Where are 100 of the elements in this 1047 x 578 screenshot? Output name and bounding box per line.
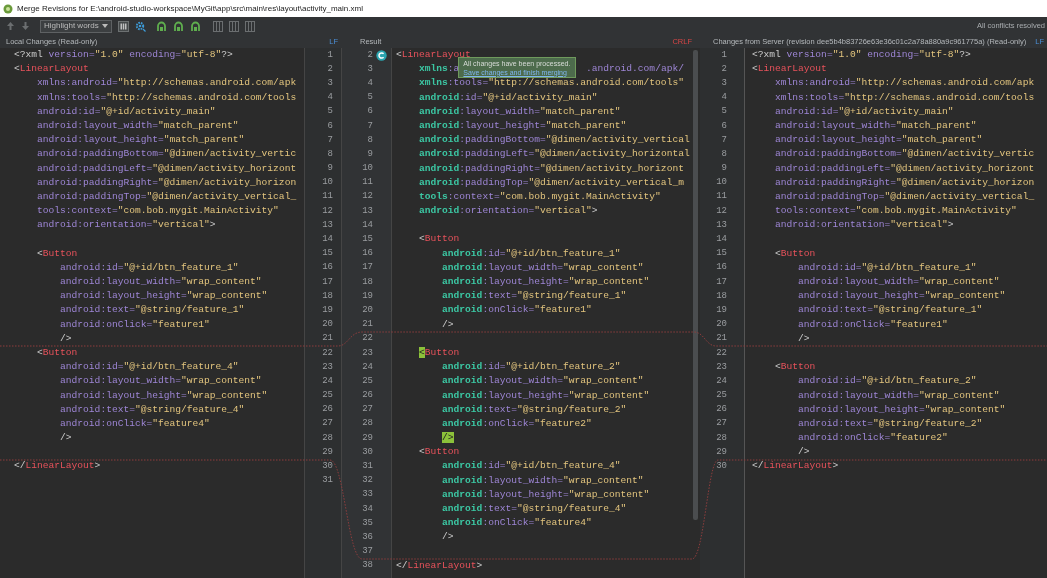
line-number: 27	[716, 419, 727, 429]
code-line: android:onClick="feature4"	[441, 516, 592, 531]
line-number: 14	[362, 220, 373, 230]
split-view-icon[interactable]	[244, 20, 255, 32]
line-number: 38	[362, 561, 373, 571]
line-number: 3	[721, 78, 727, 88]
line-number: 26	[322, 405, 333, 415]
code-line: <Button	[774, 246, 816, 261]
circle-arrow-icon[interactable]	[376, 49, 387, 61]
line-number: 22	[322, 348, 333, 358]
line-number: 33	[362, 490, 373, 500]
scrollbar[interactable]	[693, 50, 698, 520]
code-line: android:layout_height="match_parent"	[418, 118, 627, 133]
code-line: .android.com/apk/	[586, 62, 684, 77]
split-view-icon[interactable]	[228, 20, 239, 32]
line-number: 26	[362, 391, 373, 401]
code-line: android:paddingBottom="@dimen/activity_vertic	[774, 147, 1035, 162]
highlight-words-dropdown[interactable]: Highlight words	[40, 19, 112, 33]
line-number: 11	[322, 192, 333, 202]
code-line: android:id="@+id/btn_feature_2"	[797, 374, 977, 389]
code-line: />	[797, 445, 810, 460]
line-number: 7	[721, 135, 727, 145]
line-number: 23	[362, 348, 373, 358]
line-number: 18	[362, 277, 373, 287]
line-number: 20	[716, 320, 727, 330]
line-number: 29	[322, 447, 333, 457]
code-line: android:paddingRight="@dimen/activity_horizon	[774, 175, 1035, 190]
code-line: android:layout_height="wrap_content"	[441, 275, 650, 289]
code-line: android:text="@string/feature_1"	[797, 303, 983, 318]
line-number: 14	[322, 235, 333, 245]
code-line: android:layout_height="wrap_content"	[59, 289, 268, 304]
line-number: 6	[327, 121, 333, 131]
line-number: 25	[322, 391, 333, 401]
line-number: 22	[362, 334, 373, 344]
code-line: android:orientation="vertical">	[774, 218, 954, 233]
line-number: 18	[322, 291, 333, 301]
line-number: 22	[716, 348, 727, 358]
code-line: android:layout_height="wrap_content"	[441, 487, 650, 502]
code-line: <?xml version="1.0" encoding="utf-8"?>	[752, 48, 971, 62]
code-line: android:id="@+id/btn_feature_4"	[59, 360, 239, 375]
line-number: 8	[721, 149, 727, 159]
code-line: android:text="@string/feature_4"	[441, 502, 627, 516]
code-line: android:id="@+id/activity_main"	[36, 104, 216, 119]
code-line: android:id="@+id/btn_feature_2"	[441, 360, 621, 375]
code-line: android:paddingRight="@dimen/activity_horizon	[36, 175, 297, 190]
code-line: xmlns:android="http://schemas.android.com/apk	[774, 76, 1035, 91]
arch-icon[interactable]	[155, 20, 167, 32]
code-line: <Button	[36, 246, 78, 261]
line-number: 14	[716, 235, 727, 245]
line-number: 30	[716, 462, 727, 472]
line-number: 2	[721, 64, 727, 74]
line-number: 5	[327, 107, 333, 117]
code-line: android:layout_height="wrap_content"	[59, 388, 268, 403]
columns-icon[interactable]	[117, 20, 129, 32]
line-number: 24	[322, 376, 333, 386]
line-number: 27	[322, 419, 333, 429]
line-number: 2	[327, 64, 333, 74]
line-number: 23	[322, 362, 333, 372]
code-line: android:layout_width="wrap_content"	[59, 275, 262, 289]
up-arrow-icon[interactable]	[6, 21, 15, 31]
line-number: 30	[322, 462, 333, 472]
code-line: android:text="@string/feature_1"	[59, 303, 245, 318]
line-number: 9	[721, 164, 727, 174]
code-line: android:paddingTop="@dimen/activity_vertical_	[36, 189, 297, 204]
code-line: android:layout_height="wrap_content"	[797, 402, 1006, 417]
line-number: 37	[362, 547, 373, 557]
code-line: android:text="@string/feature_2"	[797, 416, 983, 431]
line-number: 6	[367, 107, 373, 117]
code-line: android:layout_width="wrap_content"	[441, 374, 644, 389]
code-line: android:layout_width="wrap_content"	[797, 388, 1000, 403]
line-number: 28	[716, 433, 727, 443]
line-number: 29	[716, 447, 727, 457]
line-number: 31	[322, 476, 333, 486]
line-number: 19	[716, 305, 727, 315]
line-number: 35	[362, 518, 373, 528]
code-line: xmlns:tools="http://schemas.android.com/tools	[36, 90, 297, 105]
line-number: 20	[362, 305, 373, 315]
line-number: 32	[362, 476, 373, 486]
down-arrow-icon[interactable]	[21, 21, 30, 31]
code-line: android:layout_width="match_parent"	[774, 118, 977, 133]
arch-icon[interactable]	[172, 20, 184, 32]
code-line: <Button	[418, 445, 460, 460]
arch-icon[interactable]	[189, 20, 201, 32]
split-view-icon[interactable]	[212, 20, 223, 32]
code-line: android:layout_width="wrap_content"	[797, 275, 1000, 289]
line-number: 19	[322, 305, 333, 315]
code-line: android:id="@+id/activity_main"	[418, 90, 598, 105]
line-number: 9	[327, 164, 333, 174]
line-number: 28	[362, 419, 373, 429]
line-number: 15	[322, 249, 333, 259]
code-line: android:orientation="vertical">	[36, 218, 216, 233]
code-line: android:onClick="feature2"	[441, 416, 592, 431]
line-number: 1	[721, 50, 727, 60]
line-number: 23	[716, 362, 727, 372]
code-line: <Button	[774, 360, 816, 375]
code-line: android:onClick="feature1"	[797, 317, 948, 332]
line-number: 1	[327, 50, 333, 60]
code-line: android:id="@+id/btn_feature_1"	[797, 260, 977, 275]
line-number: 17	[322, 277, 333, 287]
code-line: android:onClick="feature2"	[797, 431, 948, 446]
